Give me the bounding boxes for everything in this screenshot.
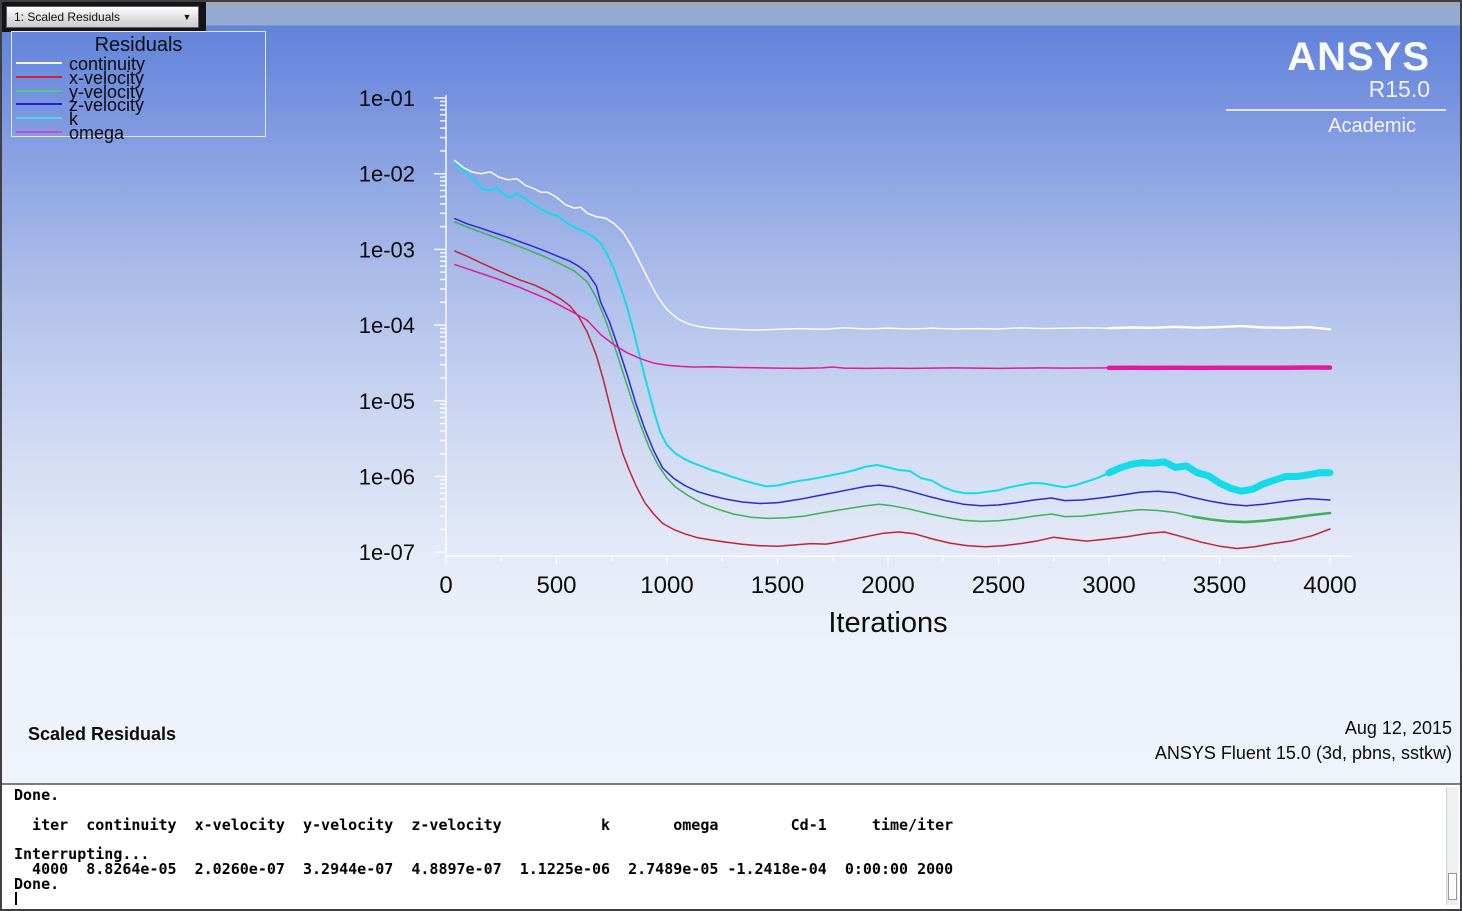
y-axis-tick-labels: 1e-01 1e-02 1e-03 1e-04 1e-05 1e-06 1e-07 (359, 86, 415, 565)
series-continuity-line (455, 160, 1330, 330)
series-k-noise-band (1109, 462, 1330, 491)
series-x-velocity-line (455, 251, 1330, 548)
y-tick-label: 1e-03 (359, 237, 415, 262)
x-tick-label: 2500 (972, 572, 1025, 599)
axes (434, 95, 1352, 564)
x-tick-label: 3500 (1193, 572, 1246, 599)
x-tick-label: 2000 (861, 572, 914, 599)
ansys-edition-text: Academic (1206, 115, 1416, 137)
series-y-velocity-noise-band (1193, 513, 1330, 522)
x-axis-title: Iterations (828, 607, 947, 639)
fluent-graphics-window: 1: Scaled Residuals ▼ Residuals continui… (0, 0, 1462, 911)
x-tick-label: 4000 (1303, 572, 1356, 599)
console-output[interactable]: Done. iter continuity x-velocity y-veloc… (14, 788, 953, 892)
x-axis-tick-labels: 0 500 1000 1500 2000 2500 3000 3500 4000 (439, 572, 1356, 599)
fluent-console[interactable]: Done. iter continuity x-velocity y-veloc… (2, 783, 1460, 909)
console-scrollbar[interactable] (1446, 787, 1458, 905)
plot-stamp: Aug 12, 2015 ANSYS Fluent 15.0 (3d, pbns… (1155, 716, 1452, 766)
y-tick-label: 1e-04 (359, 313, 415, 338)
x-tick-label: 1000 (640, 572, 693, 599)
x-tick-label: 0 (439, 572, 452, 599)
series-z-velocity-line (455, 219, 1330, 506)
plot-caption: Scaled Residuals (28, 724, 176, 745)
console-text-cursor (15, 892, 17, 905)
logo-divider (1226, 109, 1446, 111)
x-tick-label: 1500 (751, 572, 804, 599)
ansys-logo: ANSYS R15.0 Academic (1206, 38, 1446, 137)
y-tick-label: 1e-06 (359, 465, 415, 490)
plot-canvas: 1: Scaled Residuals ▼ Residuals continui… (2, 2, 1460, 783)
plot-date: Aug 12, 2015 (1155, 716, 1452, 741)
y-tick-label: 1e-07 (359, 540, 415, 565)
y-tick-label: 1e-02 (359, 162, 415, 187)
x-tick-label: 500 (536, 572, 576, 599)
series-y-velocity-line (455, 222, 1330, 522)
series-continuity-noise-band (1109, 326, 1330, 329)
console-scrollbar-thumb[interactable] (1448, 873, 1457, 900)
y-tick-label: 1e-05 (359, 389, 415, 414)
solver-info: ANSYS Fluent 15.0 (3d, pbns, sstkw) (1155, 741, 1452, 766)
ansys-release-text: R15.0 (1206, 76, 1430, 102)
x-tick-label: 3000 (1082, 572, 1135, 599)
ansys-brand-text: ANSYS (1206, 38, 1430, 76)
y-tick-label: 1e-01 (359, 86, 415, 111)
